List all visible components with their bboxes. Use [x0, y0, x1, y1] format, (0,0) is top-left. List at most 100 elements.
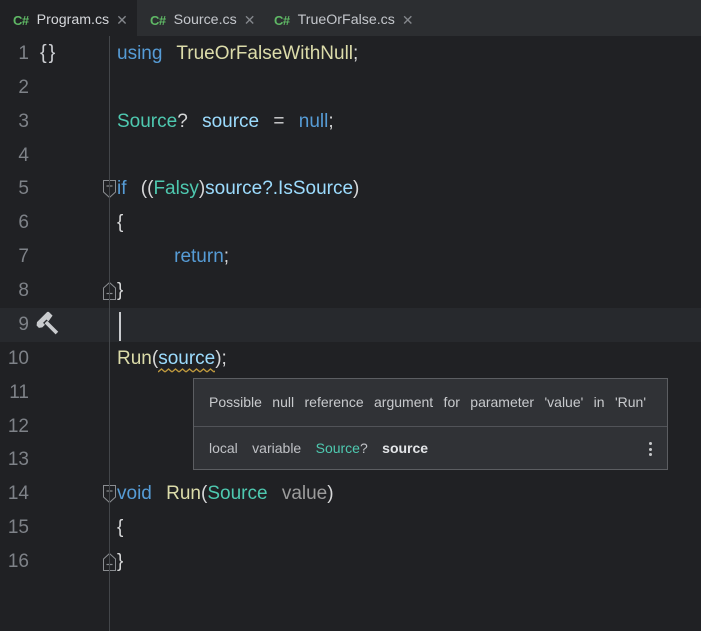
tab-trueorfalse-cs[interactable]: C# TrueOrFalse.cs ✕	[261, 0, 421, 36]
line-number[interactable]: 12	[0, 410, 29, 444]
close-tab-icon[interactable]: ✕	[116, 13, 128, 27]
code-token: Source	[207, 483, 268, 505]
tooltip-symbol-info: local variable Source? source	[194, 427, 667, 469]
tab-label: TrueOrFalse.cs	[297, 12, 395, 28]
code-token: ?	[177, 110, 188, 132]
code-text: using TrueOrFalseWithNull;	[117, 37, 358, 71]
line-number[interactable]: 11	[0, 376, 29, 410]
tab-source-cs[interactable]: C# Source.cs ✕	[137, 0, 261, 36]
line-number[interactable]: 4	[0, 139, 29, 173]
code-token: null	[298, 110, 329, 132]
tooltip-symbol-token: Source	[315, 440, 360, 456]
tooltip-symbol-token: source	[382, 440, 429, 456]
code-text: Run(source);	[117, 342, 227, 376]
code-line-1[interactable]: 1 {} using TrueOrFalseWithNull;	[0, 37, 701, 71]
tooltip-warning-message: Possible null reference argument for par…	[209, 394, 646, 410]
inspection-tooltip: Possible null reference argument for par…	[193, 378, 668, 470]
line-number[interactable]: 6	[0, 206, 29, 240]
code-token: )	[353, 178, 360, 200]
code-text: if ((Falsy)source?.IsSource)	[117, 172, 359, 206]
curly-braces-gutter-icon: {}	[40, 42, 58, 64]
code-token: Source	[117, 110, 178, 132]
code-line-15[interactable]: 15 {	[0, 511, 701, 545]
code-text: return;	[117, 240, 229, 274]
code-text: Source? source = null;	[117, 105, 334, 139]
code-text: void Run(Source value)	[117, 477, 334, 511]
code-token: =	[273, 110, 285, 132]
line-number[interactable]: 2	[0, 71, 29, 105]
code-token: )	[327, 483, 334, 505]
line-number[interactable]: 1	[0, 37, 29, 71]
line-number[interactable]: 8	[0, 274, 29, 308]
close-tab-icon[interactable]: ✕	[402, 13, 414, 27]
line-number[interactable]: 9	[0, 308, 29, 342]
code-token: }	[117, 551, 124, 573]
code-token: value	[281, 483, 328, 505]
line-number[interactable]: 14	[0, 477, 29, 511]
code-token: }	[117, 280, 124, 302]
line-number[interactable]: 5	[0, 172, 29, 206]
code-line-14[interactable]: 14 void Run(Source value)	[0, 477, 701, 511]
line-number[interactable]: 16	[0, 545, 29, 579]
code-token: using	[117, 43, 163, 64]
hammer-quick-fix-icon[interactable]	[35, 311, 63, 339]
text-caret	[119, 311, 121, 341]
code-token: Falsy	[153, 178, 199, 200]
line-number[interactable]: 3	[0, 105, 29, 139]
warning-squiggle-token: source	[158, 342, 216, 376]
code-line-7[interactable]: 7 return;	[0, 240, 701, 274]
tooltip-symbol-token	[301, 440, 315, 456]
code-line-16[interactable]: 16}	[0, 545, 701, 579]
code-token: ((	[140, 178, 154, 200]
code-token: ;	[353, 43, 359, 64]
code-text: }	[117, 545, 123, 579]
csharp-file-icon: C#	[274, 12, 290, 28]
ide-window: C# Program.cs ✕ C# Source.cs ✕ C# TrueOrFalse.c…	[0, 0, 701, 631]
gutter-separator	[109, 36, 110, 631]
tab-label: Source.cs	[173, 12, 237, 28]
line-number[interactable]: 10	[0, 342, 29, 376]
kebab-menu-icon[interactable]	[643, 434, 657, 464]
code-text: }	[117, 274, 123, 308]
line-number[interactable]: 13	[0, 443, 29, 477]
code-line-2[interactable]: 2	[0, 71, 701, 105]
code-token: Run	[117, 347, 152, 369]
editor-tab-bar: C# Program.cs ✕ C# Source.cs ✕ C# TrueOrFalse.c…	[0, 0, 701, 36]
tooltip-symbol-token: ?	[359, 440, 368, 456]
code-token: return	[174, 246, 224, 268]
code-token: TrueOrFalseWithNull	[176, 43, 354, 64]
code-token: Run	[166, 483, 201, 505]
code-editor[interactable]: 1 {} using TrueOrFalseWithNull; 2 3 Source? s…	[0, 36, 701, 631]
code-token: {	[117, 517, 124, 539]
code-line-9[interactable]: 9	[0, 308, 701, 342]
code-line-4[interactable]: 4	[0, 139, 701, 173]
code-token: source?.IsSource	[205, 178, 354, 200]
csharp-file-icon: C#	[150, 12, 166, 28]
tooltip-symbol-token: local variable	[209, 440, 302, 456]
code-text: {	[117, 206, 123, 240]
code-line-8[interactable]: 8}	[0, 274, 701, 308]
code-token: );	[215, 347, 227, 369]
warning-squiggle	[158, 367, 216, 373]
code-token: {	[117, 212, 124, 234]
tab-program-cs[interactable]: C# Program.cs ✕	[0, 0, 137, 36]
code-line-10[interactable]: 10 Run(source);	[0, 342, 701, 376]
code-line-5[interactable]: 5 if ((Falsy)source?.IsSource)	[0, 172, 701, 206]
close-tab-icon[interactable]: ✕	[244, 13, 256, 27]
code-line-3[interactable]: 3 Source? source = null;	[0, 105, 701, 139]
line-number[interactable]: 7	[0, 240, 29, 274]
line-number[interactable]: 15	[0, 511, 29, 545]
code-token: void	[117, 483, 152, 505]
code-text: {	[117, 511, 123, 545]
code-line-6[interactable]: 6{	[0, 206, 701, 240]
code-token: ;	[223, 246, 230, 268]
tab-label: Program.cs	[36, 12, 110, 28]
